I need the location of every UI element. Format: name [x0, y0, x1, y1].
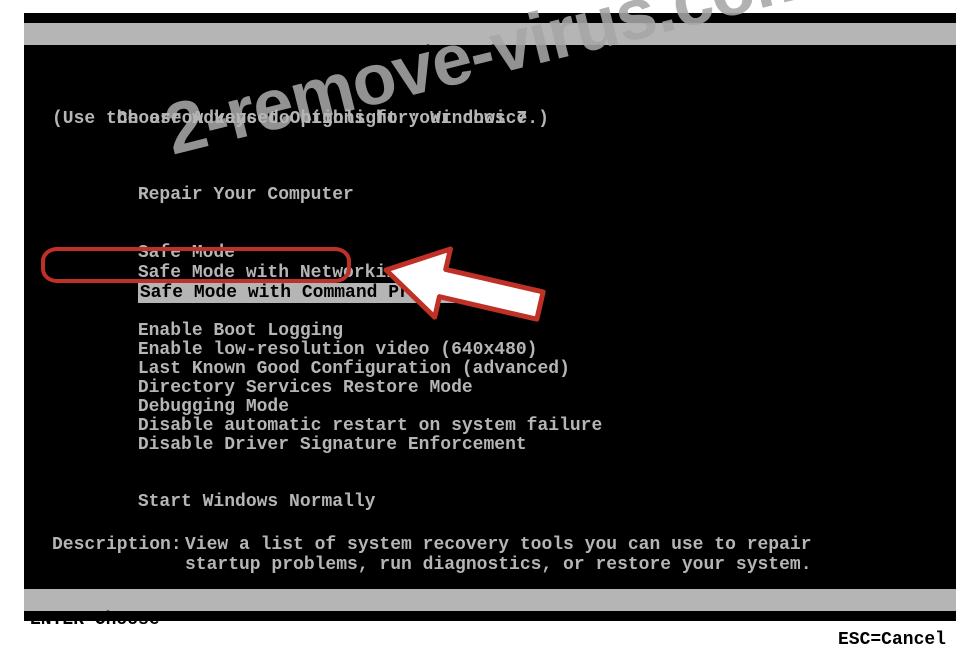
option-label: Safe Mode with Command Prompt — [138, 283, 455, 303]
option-repair-your-computer[interactable]: Repair Your Computer — [73, 165, 946, 225]
description-text: View a list of system recovery tools you… — [185, 535, 946, 575]
option-start-windows-normally[interactable]: Start Windows Normally — [73, 472, 946, 532]
option-label: Disable Driver Signature Enforcement — [138, 435, 527, 455]
footer-esc-cancel: ESC=Cancel — [838, 629, 946, 650]
description-label: Description: — [52, 535, 182, 555]
hint-line: (Use the arrow keys to highlight your ch… — [52, 109, 946, 129]
footer-enter-choose: ENTER=Choose — [30, 609, 160, 631]
option-label: Repair Your Computer — [138, 185, 354, 205]
title-text: Advanced Boot Options — [409, 43, 636, 65]
option-disable-driver-signature[interactable]: Disable Driver Signature Enforcement — [73, 415, 946, 475]
title-bar: Advanced Boot Options — [24, 23, 956, 45]
footer-bar: ENTER=Choose ESC=Cancel — [24, 589, 956, 611]
boot-options-screen: Advanced Boot Options 2-remove-virus.com… — [24, 13, 956, 621]
option-label: Start Windows Normally — [138, 492, 376, 512]
